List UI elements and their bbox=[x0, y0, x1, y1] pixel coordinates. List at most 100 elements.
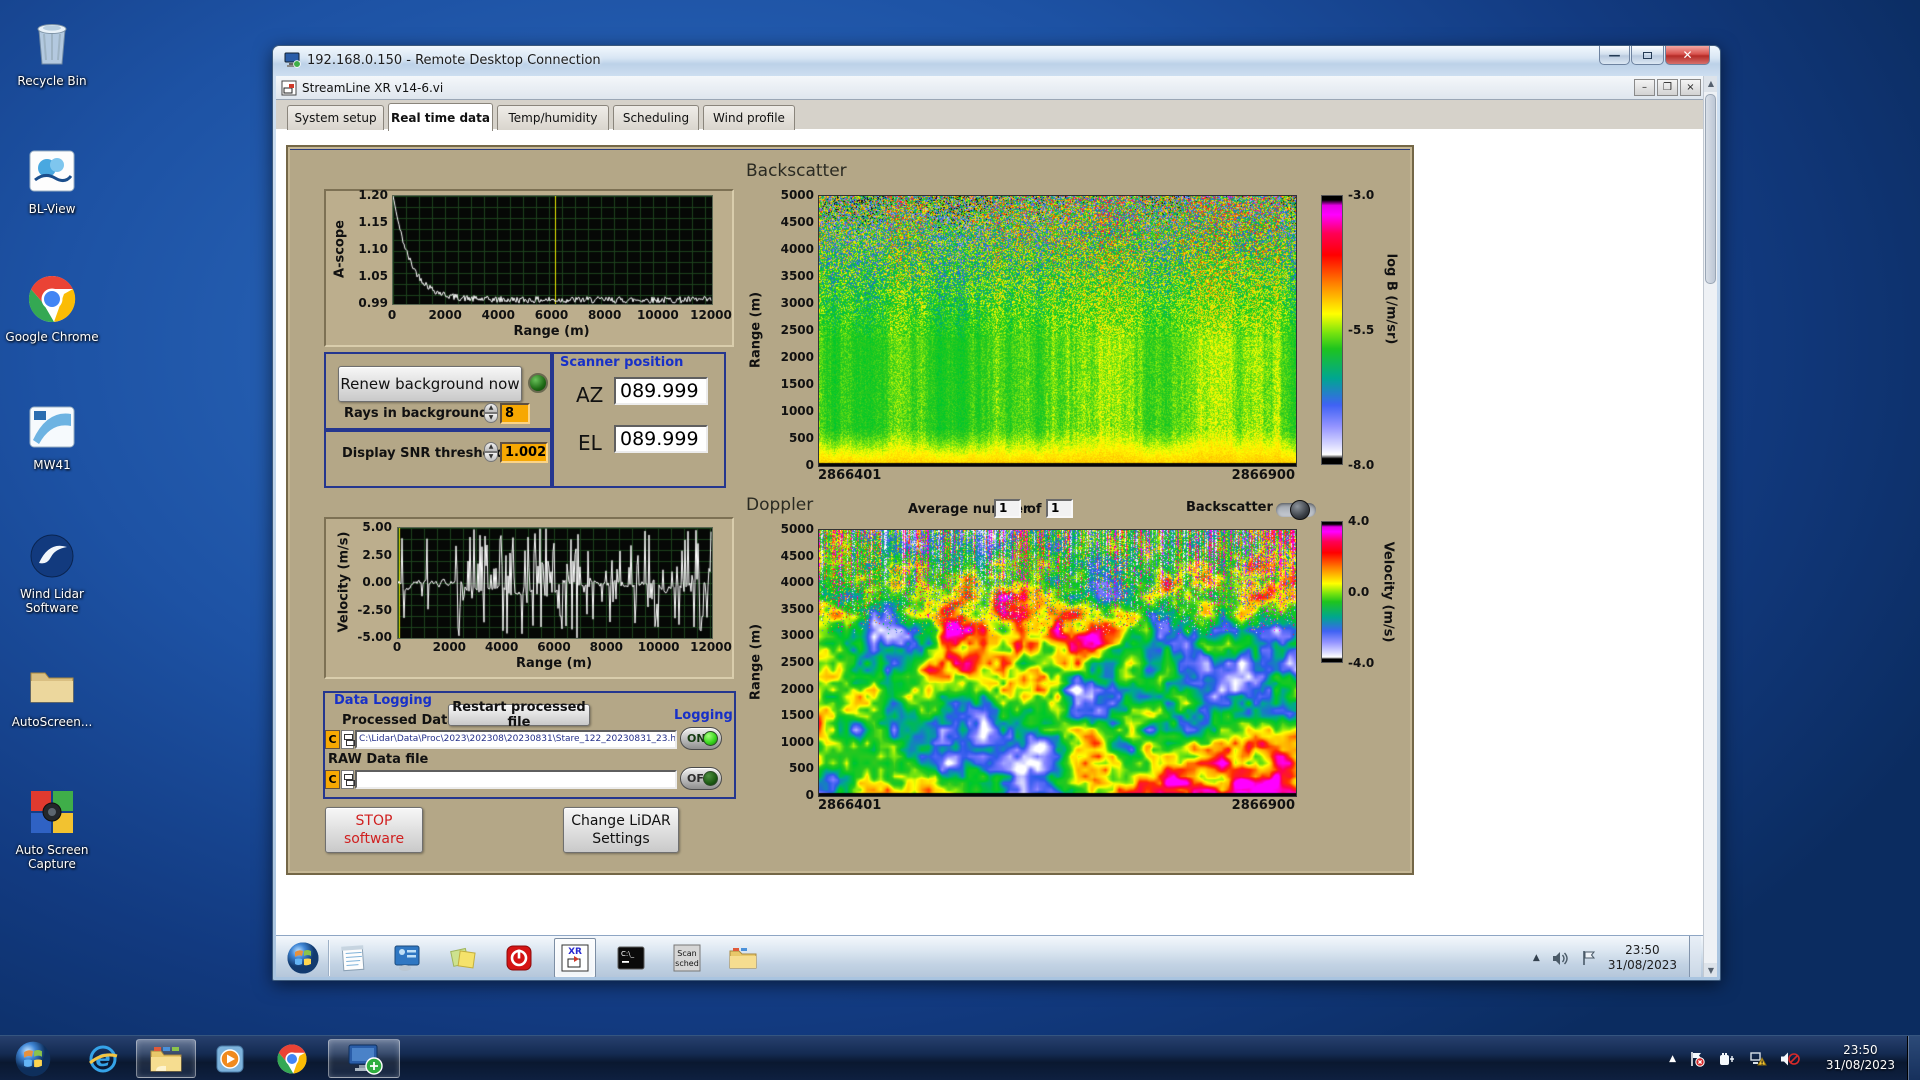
remote-taskbar-labview-xr[interactable]: XR bbox=[554, 938, 596, 977]
remote-action-center-flag-icon[interactable] bbox=[1581, 950, 1596, 966]
raw-logging-off-button[interactable]: OFF bbox=[680, 767, 722, 790]
host-taskbar-remote-desktop[interactable] bbox=[328, 1039, 400, 1078]
rays-spinner[interactable]: ▲▼ bbox=[484, 403, 498, 424]
drive-selector[interactable]: C bbox=[325, 730, 340, 749]
scroll-up-arrow[interactable]: ▲ bbox=[1704, 76, 1717, 92]
chrome-icon bbox=[25, 272, 79, 326]
rays-value-field[interactable]: 8 bbox=[500, 403, 530, 424]
remote-start-button[interactable] bbox=[280, 938, 326, 977]
remote-volume-icon[interactable] bbox=[1552, 951, 1569, 966]
host-clock[interactable]: 23:50 31/08/2023 bbox=[1826, 1043, 1895, 1073]
host-taskbar-chrome[interactable] bbox=[264, 1039, 320, 1078]
velocity-x-axis-label: Range (m) bbox=[397, 656, 711, 671]
processed-path-field[interactable]: C:\Lidar\Data\Proc\2023\202308\20230831\… bbox=[355, 730, 677, 749]
command-prompt-icon: C:\_ bbox=[616, 943, 646, 973]
tab-system-setup[interactable]: System setup bbox=[287, 105, 384, 130]
scanner-position-title: Scanner position bbox=[560, 355, 683, 370]
processed-logging-on-button[interactable]: ON bbox=[680, 727, 722, 750]
host-taskbar-media-player[interactable] bbox=[204, 1039, 256, 1078]
desktop-icon-bl-view[interactable]: BL-View bbox=[4, 142, 100, 264]
host-start-button[interactable] bbox=[6, 1039, 60, 1078]
remote-taskbar-sticky-notes[interactable] bbox=[442, 938, 484, 977]
recycle-bin-icon bbox=[25, 16, 79, 70]
ascope-x-ticks: 020004000600080001000012000 bbox=[392, 307, 711, 323]
svg-text:sched: sched bbox=[675, 959, 699, 968]
maximize-button[interactable] bbox=[1631, 46, 1664, 65]
doppler-heatmap bbox=[818, 529, 1297, 797]
auto-screen-capture-icon bbox=[25, 785, 79, 839]
change-lidar-settings-button[interactable]: Change LiDAR Settings bbox=[563, 807, 679, 853]
tab-real-time-data[interactable]: Real time data bbox=[388, 103, 493, 131]
raw-path-field[interactable] bbox=[355, 770, 677, 789]
desktop-icon-label: BL-View bbox=[4, 202, 100, 216]
ascope-plot bbox=[392, 195, 713, 305]
bl-view-icon bbox=[25, 144, 79, 198]
svg-text:e: e bbox=[96, 1047, 111, 1072]
snr-spinner[interactable]: ▲▼ bbox=[484, 442, 498, 463]
renew-background-button[interactable]: Renew background now bbox=[338, 366, 522, 402]
host-tray-expand-icon[interactable]: ▲ bbox=[1669, 1054, 1676, 1064]
remote-taskbar-notepad[interactable] bbox=[332, 938, 374, 977]
remote-tray-expand-icon[interactable]: ▲ bbox=[1533, 953, 1540, 963]
remote-taskbar: XR C:\_ Scan sched bbox=[276, 935, 1705, 977]
minimize-button[interactable]: — bbox=[1599, 46, 1630, 65]
vi-front-panel: A-scope 1.201.151.101.050.99 02000400060… bbox=[276, 130, 1705, 935]
action-center-flag-error-icon[interactable] bbox=[1689, 1051, 1705, 1067]
off-led bbox=[703, 771, 718, 786]
vi-minimize-button[interactable]: – bbox=[1634, 79, 1655, 96]
desktop-icon-label: Auto Screen Capture bbox=[4, 843, 100, 871]
host-taskbar-windows-explorer[interactable] bbox=[136, 1039, 196, 1078]
remote-taskbar-command-prompt[interactable]: C:\_ bbox=[610, 938, 652, 977]
close-button[interactable]: ✕ bbox=[1665, 46, 1710, 65]
doppler-title: Doppler bbox=[746, 495, 813, 515]
scroll-down-arrow[interactable]: ▼ bbox=[1704, 963, 1717, 977]
average-total-field[interactable]: 1 bbox=[1046, 499, 1073, 518]
az-value-field[interactable]: 089.999 bbox=[614, 377, 708, 405]
media-player-icon bbox=[213, 1042, 247, 1076]
scrollbar-thumb[interactable] bbox=[1705, 94, 1716, 284]
average-number-field[interactable]: 1 bbox=[994, 499, 1021, 518]
desktop: Recycle Bin BL-View Google Chrome MW41 bbox=[0, 0, 1920, 1080]
power-plug-icon[interactable] bbox=[1718, 1051, 1736, 1067]
vi-close-button[interactable]: × bbox=[1680, 79, 1701, 96]
browse-icon[interactable] bbox=[341, 730, 354, 749]
remote-taskbar-power-app[interactable] bbox=[498, 938, 540, 977]
host-show-desktop-button[interactable] bbox=[1907, 1036, 1920, 1080]
rdp-titlebar[interactable]: 192.168.0.150 - Remote Desktop Connectio… bbox=[273, 46, 1720, 76]
vi-titlebar[interactable]: StreamLine XR v14-6.vi – ❒ × bbox=[276, 76, 1705, 100]
remote-clock[interactable]: 23:50 31/08/2023 bbox=[1608, 943, 1677, 973]
stop-software-button[interactable]: STOP software bbox=[325, 807, 423, 853]
vi-restore-button[interactable]: ❒ bbox=[1657, 79, 1678, 96]
remote-show-desktop-button[interactable] bbox=[1689, 936, 1701, 977]
internet-explorer-icon: e bbox=[86, 1042, 120, 1076]
desktop-icon-mw41[interactable]: MW41 bbox=[4, 398, 100, 520]
desktop-icon-recycle-bin[interactable]: Recycle Bin bbox=[4, 14, 100, 136]
tab-temp-humidity[interactable]: Temp/humidity bbox=[497, 105, 609, 130]
desktop-icon-label: Recycle Bin bbox=[4, 74, 100, 88]
network-warning-icon[interactable] bbox=[1749, 1051, 1767, 1067]
velocity-x-ticks: 020004000600080001000012000 bbox=[397, 639, 711, 655]
raw-path-control: C bbox=[325, 770, 677, 789]
browse-icon[interactable] bbox=[341, 770, 354, 789]
volume-muted-icon[interactable] bbox=[1780, 1051, 1800, 1067]
backscatter-colorbar-ticks: -3.0-5.5-8.0 bbox=[1348, 195, 1388, 465]
remote-taskbar-system-app[interactable] bbox=[386, 938, 428, 977]
desktop-icon-auto-screen-capture[interactable]: Auto Screen Capture bbox=[4, 783, 100, 905]
tab-wind-profile[interactable]: Wind profile bbox=[703, 105, 795, 130]
remote-taskbar-scan-scheduler[interactable]: Scan sched bbox=[666, 938, 708, 977]
drive-selector[interactable]: C bbox=[325, 770, 340, 789]
raw-data-file-label: RAW Data file bbox=[328, 752, 428, 767]
snr-value-field[interactable]: 1.002 bbox=[500, 442, 548, 463]
tab-scheduling[interactable]: Scheduling bbox=[613, 105, 699, 130]
remote-taskbar-folder[interactable] bbox=[722, 938, 764, 977]
desktop-icon-google-chrome[interactable]: Google Chrome bbox=[4, 270, 100, 392]
el-value-field[interactable]: 089.999 bbox=[614, 425, 708, 453]
host-taskbar-internet-explorer[interactable]: e bbox=[78, 1039, 128, 1078]
rdp-vertical-scrollbar[interactable]: ▲ ▼ bbox=[1703, 76, 1717, 977]
desktop-icon-wind-lidar-software[interactable]: Wind Lidar Software bbox=[4, 527, 100, 649]
data-logging-title: Data Logging bbox=[334, 693, 432, 708]
doppler-x-start: 2866401 bbox=[818, 798, 881, 813]
backscatter-toggle-switch[interactable] bbox=[1276, 503, 1316, 517]
desktop-icon-autoscreen-folder[interactable]: AutoScreen... bbox=[4, 655, 100, 777]
restart-processed-file-button[interactable]: Restart processed file bbox=[448, 704, 590, 726]
